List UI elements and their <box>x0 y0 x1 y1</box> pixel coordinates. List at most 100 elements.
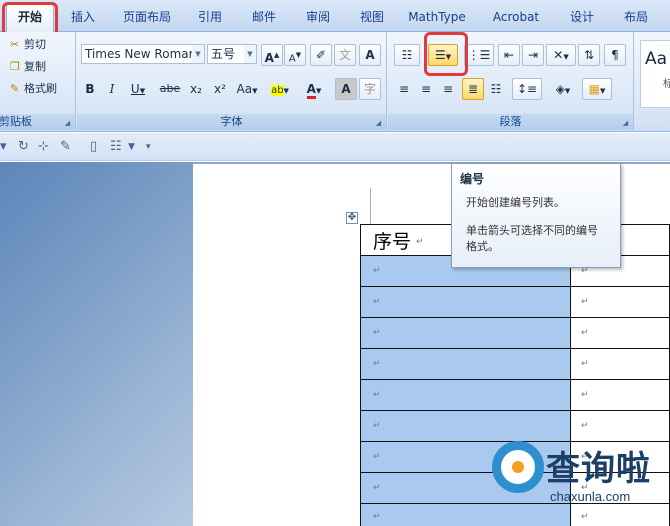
shading-button[interactable]: ◈▼ <box>548 78 578 100</box>
subscript-button[interactable]: x₂ <box>185 78 207 100</box>
table-cell[interactable]: ↵ <box>570 379 670 411</box>
tooltip-line: 开始创建编号列表。 <box>466 196 565 209</box>
watermark-text: 查询啦 <box>546 449 651 489</box>
tab-layout[interactable]: 布局 <box>616 6 656 28</box>
tab-mailings[interactable]: 邮件 <box>242 6 286 28</box>
clipboard-launcher-icon[interactable]: ◢ <box>63 119 72 128</box>
tooltip-line: 格式。 <box>466 240 499 253</box>
table-cell[interactable]: ↵ <box>570 286 670 318</box>
table-cell-selected[interactable]: ↵ <box>360 379 571 411</box>
tab-insert[interactable]: 插入 <box>62 6 104 28</box>
numbered-list-icon: ☰ <box>434 48 446 62</box>
new-document-icon[interactable]: ▯ <box>90 137 97 157</box>
char-border-button[interactable]: A <box>359 44 381 66</box>
tab-view[interactable]: 视图 <box>350 6 394 28</box>
clear-format-button[interactable]: ✐ <box>310 44 332 66</box>
multilevel-list-button[interactable]: ⋮☰ <box>464 44 494 66</box>
bold-button[interactable]: B <box>81 78 99 100</box>
paragraph-group: ☷ ☰▼ ⋮☰ ⇤ ⇥ ✕▼ ⇅ ¶ ≡ ≡ ≡ ≣ ☷ ↕≡ ◈▼ ▦▼ 段落… <box>388 32 634 132</box>
align-center-icon: ≡ <box>420 82 432 96</box>
line-spacing-icon: ↕≡ <box>516 82 538 96</box>
tab-review[interactable]: 审阅 <box>296 6 340 28</box>
paragraph-group-label: 段落 <box>388 114 633 130</box>
borders-button[interactable]: ▦▼ <box>582 78 612 100</box>
italic-button[interactable]: I <box>103 78 121 100</box>
font-family-select[interactable]: Times New Romar ▼ <box>81 44 205 64</box>
numbering-tooltip: 编号 开始创建编号列表。 单击箭头可选择不同的编号 格式。 <box>451 163 621 268</box>
tab-page-layout[interactable]: 页面布局 <box>116 6 178 28</box>
justify-button[interactable]: ≣ <box>462 78 484 100</box>
increase-indent-button[interactable]: ⇥ <box>522 44 544 66</box>
distribute-icon: ☷ <box>490 82 502 96</box>
numbering-button[interactable]: ☰▼ <box>428 44 458 66</box>
decrease-indent-button[interactable]: ⇤ <box>498 44 520 66</box>
show-marks-button[interactable]: ¶ <box>604 44 626 66</box>
navigation-pane <box>0 162 193 526</box>
quick-access-toolbar: ▾ ↻ ⊹ ✎ ▯ ☷ ▼ ▾ <box>0 133 670 161</box>
table-cell[interactable]: ↵ <box>570 348 670 380</box>
brush-icon: ✎ <box>10 82 20 95</box>
scissors-icon: ✂ <box>10 38 20 51</box>
font-size-select[interactable]: 五号 ▼ <box>207 44 257 64</box>
watermark-url: chaxunla.com <box>550 489 631 504</box>
table-cell-selected[interactable]: ↵ <box>360 286 571 318</box>
chinese-layout-icon: ✕ <box>553 48 564 62</box>
copy-button[interactable]: ❐ 复制 <box>10 58 46 74</box>
table-move-handle-icon[interactable]: ✥ <box>346 212 358 224</box>
ribbon-tab-bar: 开始 插入 页面布局 引用 邮件 审阅 视图 MathType Acrobat … <box>0 0 670 32</box>
align-right-button[interactable]: ≡ <box>438 78 458 100</box>
customize-toolbar-icon[interactable]: ▾ <box>146 137 151 157</box>
paragraph-launcher-icon[interactable]: ◢ <box>621 119 630 128</box>
chevron-down-icon: ▼ <box>192 45 204 63</box>
styles-gallery[interactable]: Aa 标 <box>640 40 670 108</box>
phonetic-guide-button[interactable]: 文 <box>334 44 356 66</box>
table-cell-selected[interactable]: ↵ <box>360 317 571 349</box>
bullets-button[interactable]: ☷ <box>394 44 420 66</box>
tab-design[interactable]: 设计 <box>562 6 602 28</box>
edit-icon[interactable]: ✎ <box>60 137 71 157</box>
tab-references[interactable]: 引用 <box>188 6 232 28</box>
table-cell-selected[interactable]: ↵ <box>360 348 571 380</box>
shrink-font-button[interactable]: A▼ <box>284 44 306 66</box>
sort-button[interactable]: ⇅ <box>578 44 600 66</box>
border-icon: ▦ <box>588 82 600 96</box>
distribute-button[interactable]: ☷ <box>486 78 506 100</box>
align-left-icon: ≡ <box>398 82 410 96</box>
table-cell[interactable]: ↵ <box>570 317 670 349</box>
style-caption: 标 <box>663 79 670 90</box>
change-case-button[interactable]: Aa▼ <box>233 78 261 100</box>
redo-icon[interactable]: ↻ <box>18 137 29 157</box>
align-left-button[interactable]: ≡ <box>394 78 414 100</box>
char-shading-button[interactable]: A <box>335 78 357 100</box>
tab-mathtype[interactable]: MathType <box>404 6 470 28</box>
chevron-down-icon[interactable]: ▼ <box>128 137 135 157</box>
enclose-char-button[interactable]: 字 <box>359 78 381 100</box>
line-spacing-button[interactable]: ↕≡ <box>512 78 542 100</box>
tab-home[interactable]: 开始 <box>6 4 54 32</box>
copy-icon: ❐ <box>10 60 20 73</box>
bullet-list-icon: ☷ <box>401 48 413 62</box>
watermark-logo: 查询啦 chaxunla.com <box>486 437 670 526</box>
tooltip-line: 单击箭头可选择不同的编号 <box>466 224 598 237</box>
underline-button[interactable]: U▼ <box>125 78 151 100</box>
font-color-button[interactable]: A▼ <box>299 78 329 100</box>
multilevel-list-icon: ⋮☰ <box>467 48 491 62</box>
strikethrough-button[interactable]: abe <box>157 78 183 100</box>
chevron-down-icon: ▼ <box>244 45 256 63</box>
outdent-icon: ⇤ <box>503 48 515 62</box>
draw-table-icon[interactable]: ⊹ <box>38 137 49 157</box>
indent-icon: ⇥ <box>527 48 539 62</box>
cut-button[interactable]: ✂ 剪切 <box>10 36 46 52</box>
tab-acrobat[interactable]: Acrobat <box>486 6 546 28</box>
superscript-button[interactable]: x² <box>209 78 231 100</box>
ribbon: ✂ 剪切 ❐ 复制 ✎ 格式刷 剪贴板 ◢ Times New Romar ▼ 五号 ▼ … <box>0 32 670 132</box>
table-insert-icon[interactable]: ☷ <box>110 137 122 157</box>
chinese-layout-button[interactable]: ✕▼ <box>546 44 576 66</box>
justify-icon: ≣ <box>467 82 479 96</box>
chevron-down-icon[interactable]: ▾ <box>0 137 7 157</box>
font-launcher-icon[interactable]: ◢ <box>374 119 383 128</box>
grow-font-button[interactable]: A▲ <box>261 44 283 66</box>
highlight-button[interactable]: ab▼ <box>265 78 295 100</box>
align-center-button[interactable]: ≡ <box>416 78 436 100</box>
format-painter-button[interactable]: ✎ 格式刷 <box>10 80 57 96</box>
